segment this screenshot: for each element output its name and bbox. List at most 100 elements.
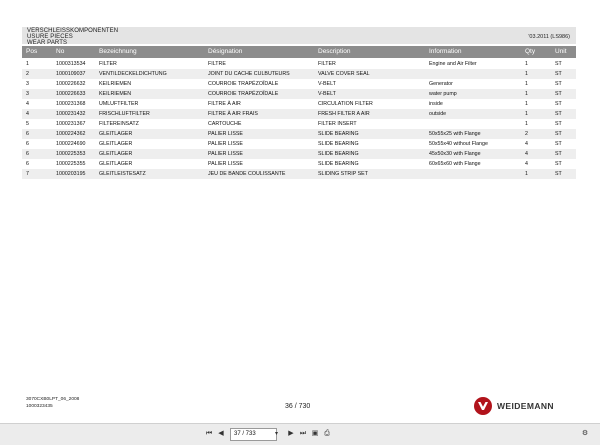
table-row: 6 1000225355 GLEITLAGER PALIER LISSE SLIDE B…	[22, 159, 576, 169]
row-unit: ST	[555, 111, 562, 117]
row-qty: 4	[525, 141, 528, 147]
row-description: FRESH FILTER A AIR	[318, 111, 370, 117]
row-qty: 1	[525, 71, 528, 77]
row-qty: 1	[525, 171, 528, 177]
row-part-number: 1000226633	[56, 91, 86, 97]
settings-icon[interactable]: ⚙	[580, 428, 590, 440]
footer-doc-number: 1000323435	[26, 404, 53, 409]
next-page-icon[interactable]: ▶	[286, 428, 296, 440]
row-qty: 2	[525, 131, 528, 137]
row-designation: JOINT DU CACHE CULBUTEURS	[208, 71, 290, 77]
table-column-header: Pos No Bezeichnung Désignation Descripti…	[22, 46, 576, 58]
row-pos: 7	[26, 171, 29, 177]
view-mode-icon[interactable]: ▣	[310, 428, 320, 440]
row-unit: ST	[555, 141, 562, 147]
row-description: SLIDE BEARING	[318, 151, 359, 157]
row-designation: PALIER LISSE	[208, 141, 243, 147]
row-unit: ST	[555, 161, 562, 167]
row-designation: PALIER LISSE	[208, 161, 243, 167]
row-designation: COURROIE TRAPÉZOÏDALE	[208, 91, 279, 97]
row-information: outside	[429, 111, 447, 117]
row-qty: 1	[525, 121, 528, 127]
row-pos: 6	[26, 151, 29, 157]
row-description: SLIDE BEARING	[318, 161, 359, 167]
row-description: SLIDE BEARING	[318, 141, 359, 147]
page-number-input[interactable]: 37 / 733	[230, 428, 277, 441]
row-designation: JEU DE BANDE COULISSANTE	[208, 171, 286, 177]
row-pos: 3	[26, 81, 29, 87]
row-unit: ST	[555, 121, 562, 127]
row-bezeichnung: UMLUFTFILTER	[99, 101, 139, 107]
row-part-number: 1000203195	[56, 171, 86, 177]
table-row: 2 1000109037 VENTILDECKELDICHTUNG JOINT DU …	[22, 69, 576, 79]
row-pos: 4	[26, 111, 29, 117]
document-page: VERSCHLEISSKOMPONENTEN USURE PIECES WEAR…	[0, 0, 600, 423]
col-qty: Qty	[525, 48, 536, 55]
row-pos: 3	[26, 91, 29, 97]
row-information: 50x55x40 without Flange	[429, 141, 488, 147]
row-bezeichnung: FRISCHLUFTFILTER	[99, 111, 150, 117]
table-row: 5 1000231367 FILTEREINSATZ CARTOUCHE FILTER …	[22, 119, 576, 129]
row-bezeichnung: KEILRIEMEN	[99, 91, 132, 97]
row-designation: CARTOUCHE	[208, 121, 242, 127]
row-part-number: 1000109037	[56, 71, 86, 77]
col-pos: Pos	[26, 48, 38, 55]
row-pos: 4	[26, 101, 29, 107]
table-row: 6 1000224362 GLEITLAGER PALIER LISSE SLIDE B…	[22, 129, 576, 139]
previous-page-icon[interactable]: ◀	[216, 428, 226, 440]
col-information: Information	[429, 48, 462, 55]
row-qty: 4	[525, 151, 528, 157]
row-unit: ST	[555, 151, 562, 157]
row-part-number: 1000224362	[56, 131, 86, 137]
row-pos: 5	[26, 121, 29, 127]
row-description: V-BELT	[318, 81, 336, 87]
row-bezeichnung: GLEITLAGER	[99, 151, 133, 157]
weidemann-logo-icon	[474, 397, 492, 415]
row-unit: ST	[555, 81, 562, 87]
row-bezeichnung: VENTILDECKELDICHTUNG	[99, 71, 167, 77]
table-row: 7 1000203195 GLEITLEISTESATZ JEU DE BANDE C…	[22, 169, 576, 179]
row-information: 45x50x30 with Flange	[429, 151, 481, 157]
row-information: 60x65x60 with Flange	[429, 161, 481, 167]
table-row: 6 1000224690 GLEITLAGER PALIER LISSE SLIDE B…	[22, 139, 576, 149]
row-unit: ST	[555, 71, 562, 77]
header-date-ref: '03.2011 (LS986)	[528, 34, 570, 40]
col-bezeichnung: Bezeichnung	[99, 48, 137, 55]
row-bezeichnung: GLEITLAGER	[99, 131, 133, 137]
row-bezeichnung: GLEITLAGER	[99, 141, 133, 147]
first-page-icon[interactable]: ⏮	[204, 428, 214, 440]
row-description: SLIDE BEARING	[318, 131, 359, 137]
row-unit: ST	[555, 131, 562, 137]
footer-doc-code: 3070CXB0LPT_06_2008	[26, 397, 80, 402]
row-part-number: 1000313534	[56, 61, 86, 67]
col-description: Description	[318, 48, 351, 55]
table-row: 6 1000225353 GLEITLAGER PALIER LISSE SLIDE B…	[22, 149, 576, 159]
row-pos: 6	[26, 161, 29, 167]
row-description: V-BELT	[318, 91, 336, 97]
row-unit: ST	[555, 101, 562, 107]
last-page-icon[interactable]: ⏭	[298, 428, 308, 440]
row-information: Engine and Air Filter	[429, 61, 477, 67]
weidemann-logo: WEIDEMANN	[474, 397, 554, 415]
row-qty: 1	[525, 91, 528, 97]
page-dropdown-icon[interactable]: ▾	[275, 428, 283, 440]
col-designation: Désignation	[208, 48, 243, 55]
row-part-number: 1000226632	[56, 81, 86, 87]
row-information: 50x55x25 with Flange	[429, 131, 481, 137]
row-unit: ST	[555, 61, 562, 67]
row-qty: 4	[525, 161, 528, 167]
row-part-number: 1000231368	[56, 101, 86, 107]
print-icon[interactable]: ⎙	[322, 428, 332, 440]
row-qty: 1	[525, 111, 528, 117]
row-part-number: 1000231367	[56, 121, 86, 127]
table-row: 1 1000313534 FILTER FILTRE FILTER Engine and …	[22, 59, 576, 69]
row-part-number: 1000225355	[56, 161, 86, 167]
row-qty: 1	[525, 101, 528, 107]
row-pos: 6	[26, 131, 29, 137]
row-qty: 1	[525, 61, 528, 67]
row-information: Generator	[429, 81, 453, 87]
row-description: FILTER INSERT	[318, 121, 357, 127]
row-pos: 1	[26, 61, 29, 67]
row-description: FILTER	[318, 61, 336, 67]
row-information: inside	[429, 101, 443, 107]
